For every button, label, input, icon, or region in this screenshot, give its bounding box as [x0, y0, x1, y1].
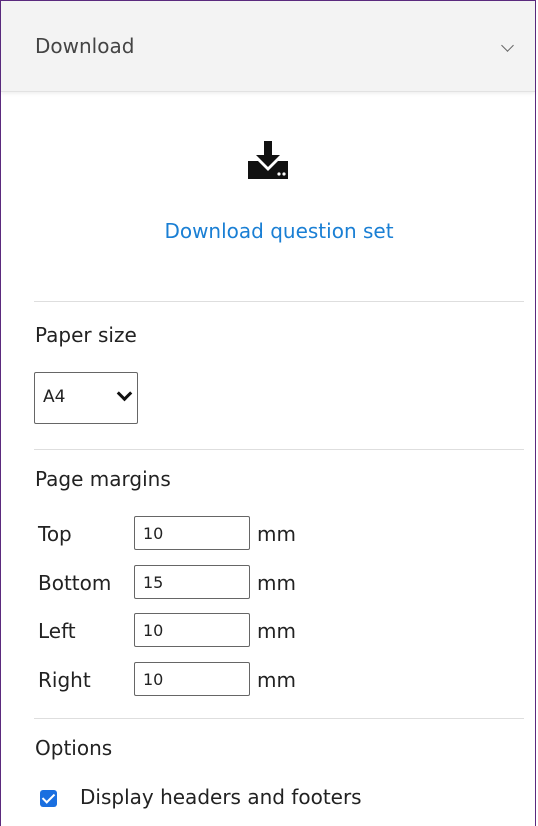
page-margins-title: Page margins [35, 467, 171, 491]
panel-header[interactable]: Download [1, 1, 535, 92]
download-panel: Download Download question set Paper siz… [0, 0, 536, 826]
margin-top-input[interactable] [134, 516, 250, 550]
paper-size-value: A4 [43, 387, 66, 407]
divider [34, 449, 524, 450]
margin-row-bottom: Bottom mm [1, 565, 535, 601]
margin-label: Top [38, 522, 72, 546]
paper-size-title: Paper size [35, 323, 137, 347]
margin-unit: mm [257, 668, 296, 692]
divider [34, 301, 524, 302]
display-headers-footers-checkbox[interactable] [40, 790, 57, 807]
panel-title: Download [35, 34, 135, 58]
download-icon[interactable] [242, 131, 294, 183]
chevron-down-icon [116, 385, 133, 402]
options-title: Options [35, 736, 113, 760]
margin-unit: mm [257, 571, 296, 595]
display-headers-footers-label: Display headers and footers [80, 785, 362, 809]
margin-right-input[interactable] [134, 662, 250, 696]
margin-label: Left [38, 619, 76, 643]
margin-unit: mm [257, 619, 296, 643]
chevron-down-icon[interactable] [501, 39, 514, 52]
display-headers-footers-option[interactable]: Display headers and footers [1, 783, 535, 813]
margin-row-left: Left mm [1, 613, 535, 649]
download-icon-wrap [1, 131, 535, 187]
margin-left-input[interactable] [134, 613, 250, 647]
download-question-set-link[interactable]: Download question set [1, 219, 538, 243]
margin-label: Right [38, 668, 91, 692]
margin-row-top: Top mm [1, 516, 535, 552]
margin-label: Bottom [38, 571, 112, 595]
paper-size-select[interactable]: A4 [34, 372, 138, 424]
margin-row-right: Right mm [1, 662, 535, 698]
margin-bottom-input[interactable] [134, 565, 250, 599]
margin-unit: mm [257, 522, 296, 546]
divider [34, 718, 524, 719]
